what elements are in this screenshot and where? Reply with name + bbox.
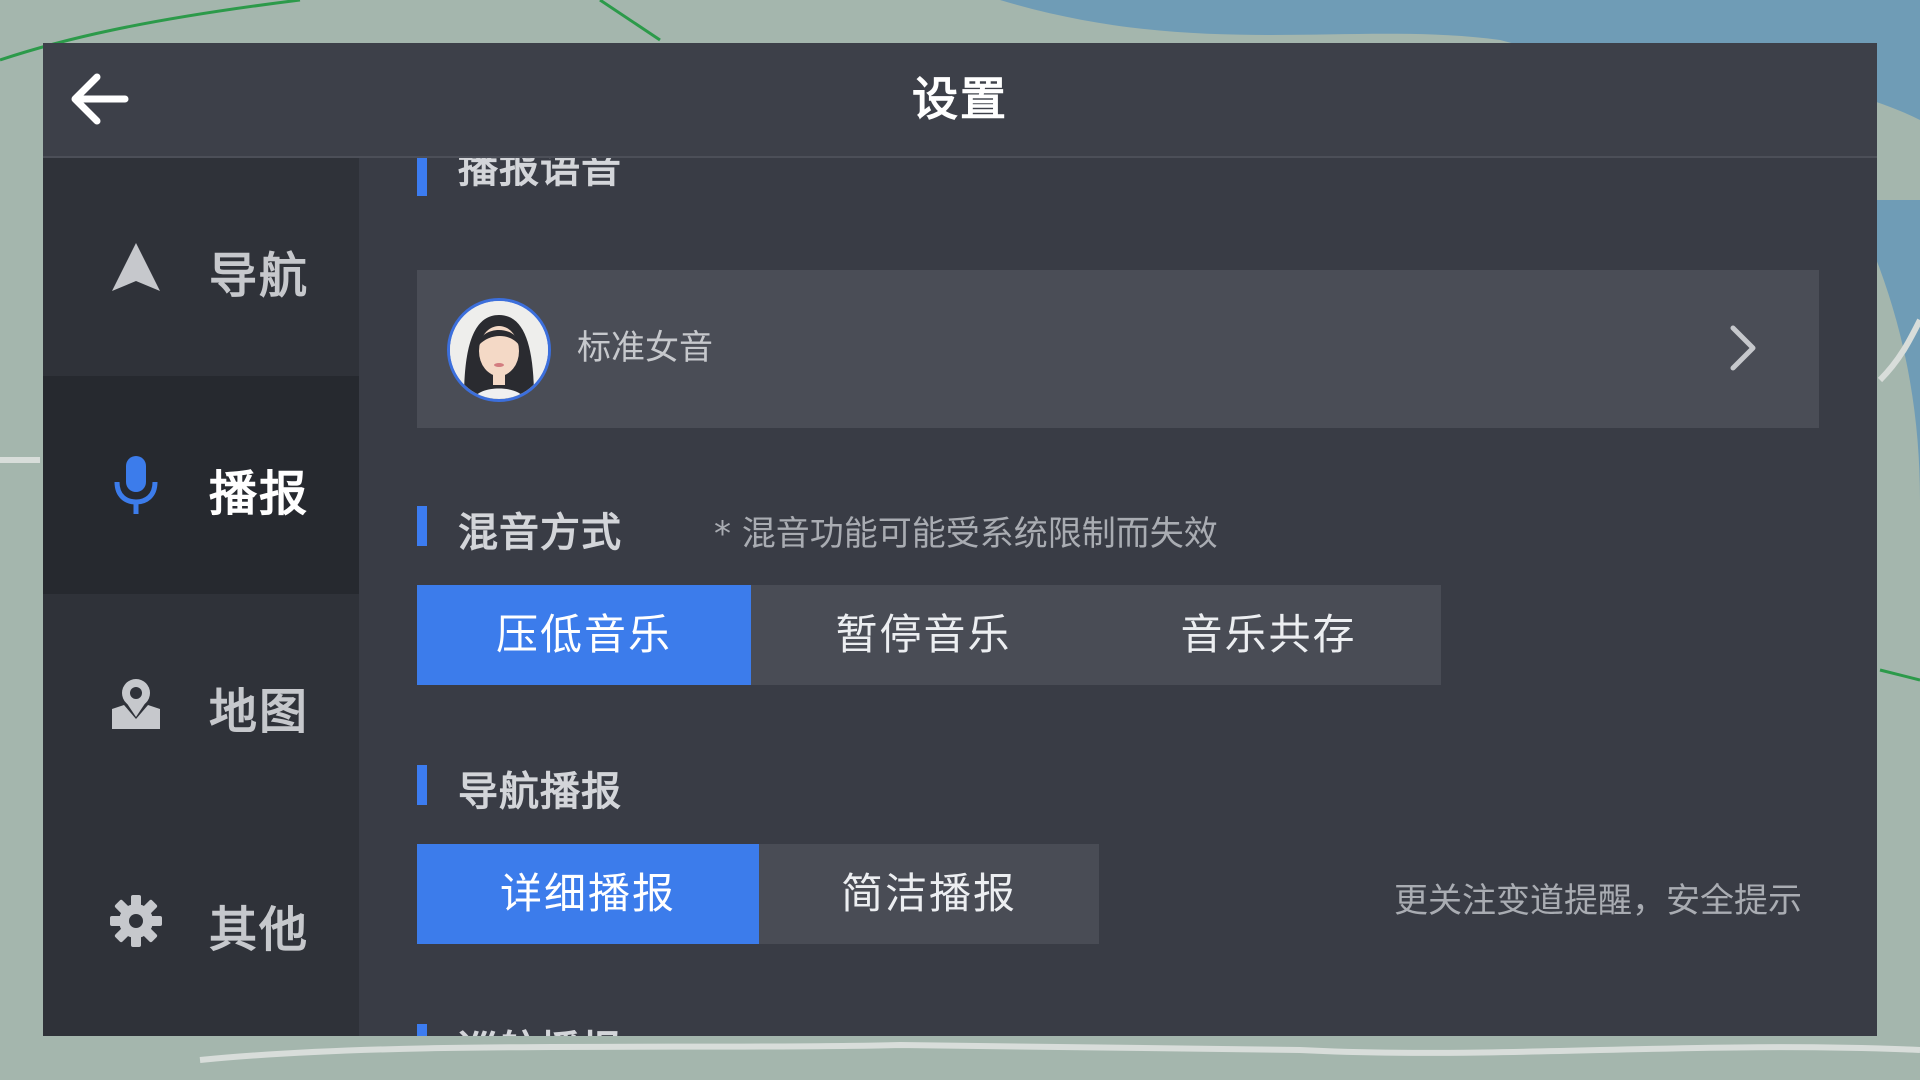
section-title-mix: 混音方式 <box>458 510 622 556</box>
back-button[interactable] <box>65 65 133 133</box>
nav-option-concise[interactable]: 简洁播报 <box>759 844 1099 944</box>
sidebar-item-navigation[interactable]: 导航 <box>43 158 359 376</box>
sidebar-item-label: 导航 <box>209 248 310 304</box>
avatar <box>447 298 551 402</box>
chevron-right-icon <box>1730 325 1756 371</box>
section-title-cruise: 巡航播报 <box>458 1018 622 1036</box>
back-arrow-icon <box>71 73 129 125</box>
mix-option-coexist[interactable]: 音乐共存 <box>1096 585 1441 685</box>
nav-option-detailed[interactable]: 详细播报 <box>417 844 759 944</box>
mix-mode-selector[interactable]: 压低音乐 暂停音乐 音乐共存 <box>417 585 1441 685</box>
settings-panel: 设置 导航 播报 地图 其他 播报语音 标准女音 混音方式 * 混音功能可能受系… <box>43 43 1877 1036</box>
mix-option-pause-music[interactable]: 暂停音乐 <box>751 585 1096 685</box>
sidebar-item-label: 播报 <box>209 466 310 522</box>
section-marker <box>417 1024 427 1036</box>
header-bar: 设置 <box>43 43 1877 158</box>
section-marker <box>417 506 427 546</box>
section-marker <box>417 765 427 805</box>
navigation-arrow-icon <box>103 234 169 300</box>
page-title: 设置 <box>912 72 1008 126</box>
sidebar-item-broadcast[interactable]: 播报 <box>43 376 359 594</box>
section-title-nav-broadcast: 导航播报 <box>458 769 622 815</box>
gear-icon <box>103 888 169 954</box>
nav-broadcast-selector[interactable]: 详细播报 简洁播报 <box>417 844 1099 944</box>
map-pin-icon <box>103 670 169 736</box>
mix-note: * 混音功能可能受系统限制而失效 <box>714 514 1218 554</box>
mix-option-lower-music[interactable]: 压低音乐 <box>417 585 751 685</box>
sidebar-item-label: 其他 <box>209 902 310 958</box>
broadcast-settings-content[interactable]: 播报语音 标准女音 混音方式 * 混音功能可能受系统限制而失效 压低音乐 暂停音… <box>359 158 1877 1036</box>
section-title-voice: 播报语音 <box>458 158 622 192</box>
voice-selector[interactable]: 标准女音 <box>417 270 1819 428</box>
sidebar-item-label: 地图 <box>209 684 310 740</box>
sidebar-item-other[interactable]: 其他 <box>43 812 359 1030</box>
nav-broadcast-hint: 更关注变道提醒，安全提示 <box>1394 881 1802 921</box>
sidebar: 导航 播报 地图 其他 <box>43 158 359 1036</box>
voice-name: 标准女音 <box>577 328 713 368</box>
sidebar-item-map[interactable]: 地图 <box>43 594 359 812</box>
section-marker <box>417 158 427 196</box>
microphone-icon <box>103 452 169 518</box>
